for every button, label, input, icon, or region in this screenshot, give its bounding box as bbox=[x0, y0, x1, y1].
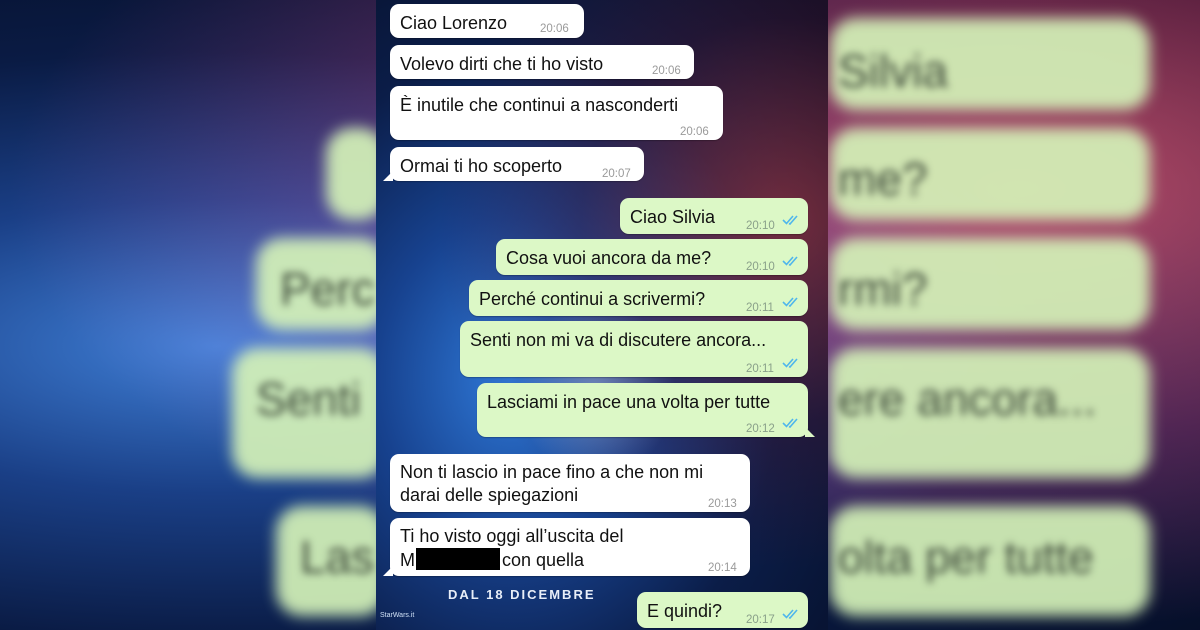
watermark: StarWars.it bbox=[380, 612, 415, 619]
read-ticks-icon bbox=[782, 297, 798, 307]
message-text: E quindi? bbox=[647, 601, 723, 621]
message-text: È inutile che continui a nasconderti bbox=[400, 95, 679, 115]
incoming-message[interactable]: Non ti lascio in pace fino a che non mi … bbox=[390, 454, 750, 512]
bg-text: Perc bbox=[280, 263, 375, 315]
message-text: Ormai ti ho scoperto bbox=[400, 156, 563, 176]
bg-text: Las bbox=[300, 531, 375, 583]
message-time: 20:06 bbox=[652, 65, 681, 77]
read-ticks-icon bbox=[782, 256, 798, 266]
bg-text: me? bbox=[838, 153, 928, 205]
message-text: Perché continui a scrivermi? bbox=[479, 289, 706, 309]
outgoing-message[interactable]: Perché continui a scrivermi? 20:11 bbox=[469, 280, 808, 316]
message-time: 20:12 bbox=[746, 423, 775, 435]
message-time: 20:14 bbox=[708, 562, 737, 574]
outgoing-message[interactable]: Ciao Silvia 20:10 bbox=[620, 198, 808, 234]
read-ticks-icon bbox=[782, 358, 798, 368]
read-ticks-icon bbox=[782, 215, 798, 225]
bg-text: olta per tutte bbox=[838, 531, 1094, 583]
message-text: Cosa vuoi ancora da me? bbox=[506, 248, 712, 268]
message-text-line1: Ti ho visto oggi all’uscita del bbox=[400, 526, 624, 546]
read-ticks-icon bbox=[782, 609, 798, 619]
message-text: Ciao Lorenzo bbox=[400, 13, 508, 33]
outgoing-message[interactable]: E quindi? 20:17 bbox=[637, 592, 808, 628]
message-time: 20:11 bbox=[746, 363, 774, 375]
message-text-line2: Mcon quella bbox=[400, 548, 584, 572]
redaction-bar bbox=[416, 548, 500, 570]
bg-text: rmi? bbox=[838, 263, 928, 315]
message-text: Lasciami in pace una volta per tutte bbox=[487, 392, 771, 412]
message-text-suffix: con quella bbox=[502, 550, 585, 570]
message-time: 20:10 bbox=[746, 261, 775, 273]
message-time: 20:11 bbox=[746, 302, 774, 314]
message-time: 20:07 bbox=[602, 168, 631, 180]
poster-date-text: DAL 18 DICEMBRE bbox=[448, 587, 596, 602]
message-time: 20:10 bbox=[746, 220, 775, 232]
bg-text: ere ancora... bbox=[838, 373, 1097, 425]
bg-text: Senti bbox=[256, 373, 361, 425]
message-text: Non ti lascio in pace fino a che non mi … bbox=[400, 462, 704, 505]
message-text: Volevo dirti che ti ho visto bbox=[400, 54, 604, 74]
incoming-message[interactable]: Ciao Lorenzo 20:06 bbox=[390, 4, 584, 38]
outgoing-message[interactable]: Cosa vuoi ancora da me? 20:10 bbox=[496, 239, 808, 275]
message-time: 20:13 bbox=[708, 498, 737, 510]
message-text: Senti non mi va di discutere ancora... bbox=[470, 330, 767, 350]
message-time: 20:17 bbox=[746, 614, 775, 626]
read-ticks-icon bbox=[782, 418, 798, 428]
incoming-message[interactable]: Ormai ti ho scoperto 20:07 bbox=[383, 147, 644, 181]
incoming-message[interactable]: Ti ho visto oggi all’uscita del Mcon que… bbox=[383, 518, 750, 576]
message-time: 20:06 bbox=[540, 23, 569, 35]
outgoing-message[interactable]: Lasciami in pace una volta per tutte 20:… bbox=[477, 383, 815, 437]
bg-text: Silvia bbox=[838, 45, 948, 97]
message-time: 20:06 bbox=[680, 126, 709, 138]
message-text: Ciao Silvia bbox=[630, 207, 716, 227]
outgoing-message[interactable]: Senti non mi va di discutere ancora... 2… bbox=[460, 321, 808, 377]
message-text-prefix: M bbox=[400, 550, 415, 570]
incoming-message[interactable]: È inutile che continui a nasconderti 20:… bbox=[390, 86, 723, 140]
chat-screenshot: DAL 18 DICEMBRE StarWars.it Ciao Lorenzo… bbox=[376, 0, 828, 630]
incoming-message[interactable]: Volevo dirti che ti ho visto 20:06 bbox=[390, 45, 694, 79]
